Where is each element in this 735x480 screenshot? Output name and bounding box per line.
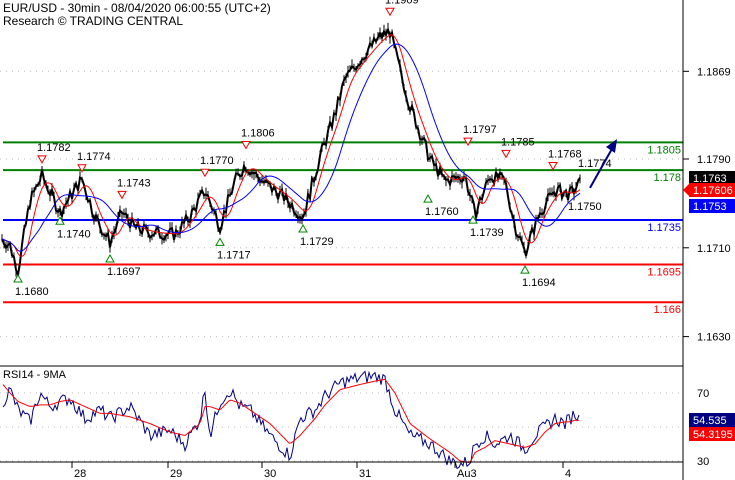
rsi-badge-label: 54.535 [693,415,727,427]
low-label: 1.1694 [522,277,556,289]
high-label: 1.1770 [200,155,234,167]
down-triangle-icon [200,168,210,178]
up-triangle-icon [105,254,115,263]
date-label: 4 [565,468,571,480]
level-annotation: 1.1750 [568,201,602,213]
low-label: 1.1760 [425,206,459,218]
low-label: 1.1740 [57,228,91,240]
chart-title: EUR/USD - 30min - 08/04/2020 06:00:55 (U… [3,1,271,15]
high-label: 1.1774 [77,151,111,163]
y-tick-label: 1.1630 [697,332,731,344]
rsi-tick-label: 70 [697,388,709,400]
y-tick-label: 1.1710 [697,243,731,255]
up-triangle-icon [520,265,530,274]
date-label: 29 [170,468,182,480]
date-label: 31 [359,468,371,480]
rsi-panel [2,370,580,470]
price-pointer-icon [683,184,689,196]
high-label: 1.1782 [37,142,71,154]
rsi-line [2,370,580,470]
high-label: 1.1909 [385,0,419,6]
price-badge-label: 1.17606 [693,185,733,197]
y-tick-label: 1.1790 [697,154,731,166]
down-triangle-icon [37,155,47,164]
price-badge-label: 1.1753 [693,201,727,213]
high-label: 1.1743 [117,177,151,189]
low-label: 1.1680 [15,286,49,298]
level-label: 1.166 [653,304,681,316]
rsi-title: RSI14 - 9MA [3,369,67,381]
low-label: 1.1739 [470,227,504,239]
high-label: 1.1806 [241,127,275,139]
chart-credit: Research © TRADING CENTRAL [3,14,183,28]
up-triangle-icon [298,224,308,233]
chart-window: 1.1805 1.178 1.1735 1.1695 1.166 1.1680 1.178… [0,0,735,480]
low-label: 1.1697 [107,266,141,278]
date-label: Au3 [457,468,477,480]
level-label: 1.1735 [647,222,681,234]
gridlines [0,70,683,462]
down-triangle-icon [548,162,558,171]
high-label: 1.1785 [501,136,535,148]
axes: 1.18691.17901.17101.163070503028293031Au… [71,66,735,480]
chart-canvas: 1.1805 1.178 1.1735 1.1695 1.166 1.1680 1.178… [0,0,735,480]
fast-ma-line [1,34,581,257]
up-triangle-icon [215,237,225,246]
up-triangle-icon [13,273,23,283]
down-triangle-icon [241,140,251,150]
low-label: 1.1717 [217,249,251,261]
down-triangle-icon [501,149,511,159]
rsi-tick-label: 30 [697,456,709,468]
up-triangle-icon [423,194,433,203]
y-tick-label: 1.1869 [697,66,731,78]
date-label: 30 [264,468,276,480]
level-label: 1.1805 [647,144,681,156]
rsi-badge-label: 54.3195 [693,429,733,441]
level-label: 1.178 [653,172,681,184]
high-label: 1.1768 [548,149,582,161]
high-label: 1.1797 [463,124,497,136]
level-label: 1.1695 [647,266,681,278]
date-label: 28 [74,468,86,480]
low-label: 1.1729 [300,236,334,248]
down-triangle-icon [385,7,395,17]
down-triangle-icon [117,190,127,200]
